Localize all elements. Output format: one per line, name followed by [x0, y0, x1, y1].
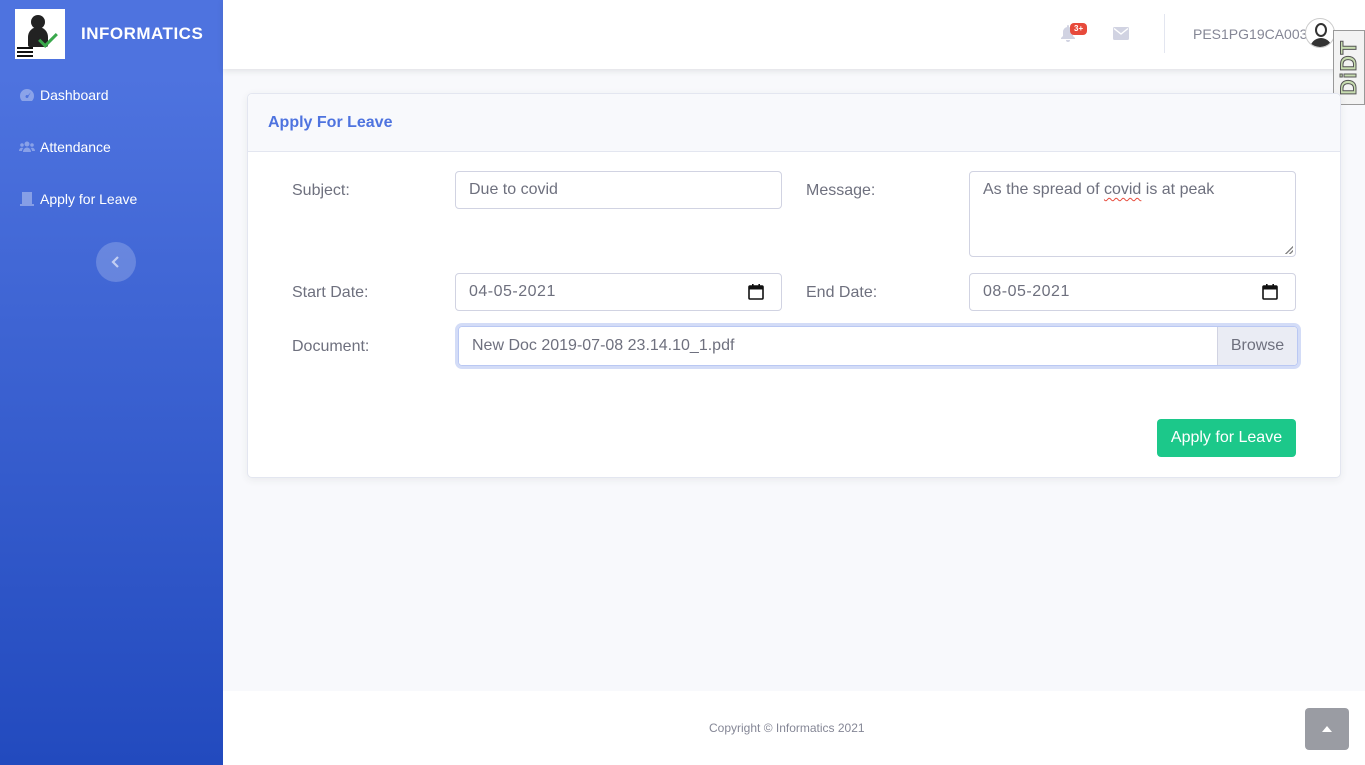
leave-form-card: Apply For Leave Subject: Due to covid Me… [247, 93, 1341, 478]
extension-label: DiDT [1336, 39, 1362, 96]
tachometer-icon [19, 88, 35, 102]
topbar-divider [1164, 14, 1165, 53]
apply-for-leave-button[interactable]: Apply for Leave [1157, 419, 1296, 457]
building-icon [19, 192, 35, 206]
subject-input[interactable]: Due to covid [455, 171, 782, 209]
end-date-label: End Date: [806, 284, 878, 301]
sidebar-item-dashboard[interactable]: Dashboard [19, 87, 109, 103]
scroll-to-top-button[interactable] [1305, 708, 1349, 750]
chevron-left-icon [111, 256, 119, 268]
sidebar-item-label: Apply for Leave [40, 191, 138, 207]
envelope-icon[interactable] [1113, 27, 1129, 40]
message-textarea[interactable]: As the spread of covid is at peak [969, 171, 1296, 257]
users-icon [19, 140, 35, 154]
browse-button[interactable]: Browse [1217, 327, 1297, 365]
brand-name: INFORMATICS [81, 24, 204, 43]
start-date-input[interactable]: 04-05-2021 [455, 273, 782, 311]
card-header: Apply For Leave [248, 94, 1340, 152]
caret-up-icon [1322, 726, 1332, 732]
calendar-icon[interactable] [1262, 284, 1278, 300]
document-label: Document: [292, 338, 370, 355]
document-file-input[interactable]: New Doc 2019-07-08 23.14.10_1.pdf Browse [458, 326, 1298, 366]
brand[interactable]: INFORMATICS [15, 9, 203, 59]
sidebar-toggle-button[interactable] [96, 242, 136, 282]
start-date-value: 04-05-2021 [469, 283, 556, 300]
end-date-value: 08-05-2021 [983, 283, 1070, 300]
alerts-badge: 3+ [1070, 23, 1088, 35]
sidebar-item-label: Attendance [40, 139, 111, 155]
calendar-icon[interactable] [748, 284, 764, 300]
avatar[interactable] [1305, 18, 1335, 48]
sidebar-item-attendance[interactable]: Attendance [19, 139, 111, 155]
user-name[interactable]: PES1PG19CA003 [1193, 26, 1307, 42]
start-date-label: Start Date: [292, 284, 369, 301]
footer: Copyright © Informatics 2021 [223, 691, 1365, 765]
copyright-text: Copyright © Informatics 2021 [709, 721, 865, 735]
subject-label: Subject: [292, 182, 350, 199]
sidebar: INFORMATICS Dashboard Attendance Apply f… [0, 0, 223, 765]
message-value: As the spread of covid is at peak [983, 181, 1215, 198]
page-title: Apply For Leave [268, 113, 393, 131]
resize-handle[interactable] [1285, 246, 1293, 254]
subject-value: Due to covid [469, 181, 558, 198]
end-date-input[interactable]: 08-05-2021 [969, 273, 1296, 311]
brand-logo [15, 9, 65, 59]
message-label: Message: [806, 182, 876, 199]
topbar: 3+ PES1PG19CA003 [223, 0, 1365, 69]
document-file-name: New Doc 2019-07-08 23.14.10_1.pdf [459, 327, 1217, 365]
sidebar-item-label: Dashboard [40, 87, 109, 103]
sidebar-item-apply-for-leave[interactable]: Apply for Leave [19, 191, 137, 207]
